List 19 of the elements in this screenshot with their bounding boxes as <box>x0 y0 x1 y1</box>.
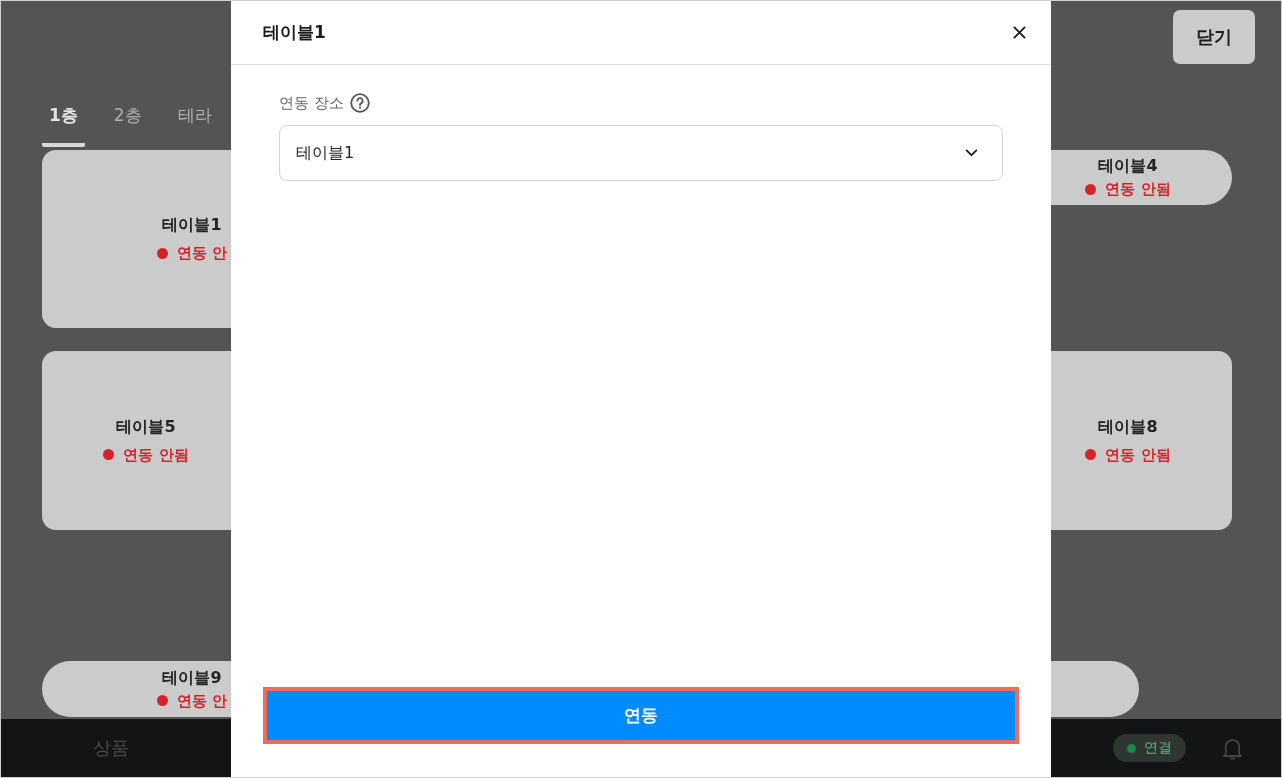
table-name: 테이블8 <box>1098 416 1158 437</box>
close-button[interactable]: 닫기 <box>1173 10 1255 64</box>
field-label: 연동 장소 <box>279 93 344 114</box>
status-label: 연동 안됨 <box>1105 444 1171 465</box>
status-label: 연동 안됨 <box>1105 179 1171 199</box>
table-name: 테이블9 <box>162 667 222 688</box>
close-icon[interactable] <box>1013 26 1026 39</box>
connection-label: 연결 <box>1144 739 1172 757</box>
dialog-title: 테이블1 <box>263 21 326 44</box>
table-name: 테이블1 <box>162 215 222 235</box>
table-name: 테이블4 <box>1098 156 1158 176</box>
floor-tab[interactable]: 2층 <box>106 97 149 147</box>
status-label: 연동 안됨 <box>123 444 189 465</box>
chevron-down-icon <box>965 149 978 157</box>
help-icon[interactable] <box>349 93 370 113</box>
select-field[interactable]: 테이블1 <box>279 125 1003 181</box>
status-label: 연동 안 <box>176 243 228 263</box>
status-label: 연동 안 <box>176 690 228 711</box>
table-name: 테이블5 <box>116 416 176 437</box>
